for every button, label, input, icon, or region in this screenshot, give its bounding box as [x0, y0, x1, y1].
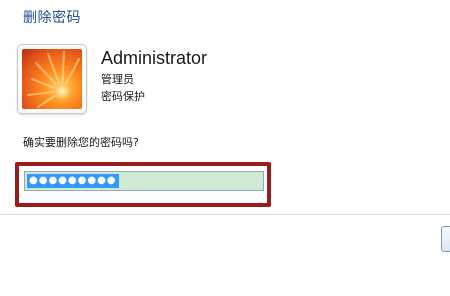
flower-avatar-icon — [22, 49, 82, 109]
avatar — [17, 44, 87, 114]
page-title: 删除密码 — [23, 10, 81, 26]
password-field[interactable]: ●●●●●●●●● — [24, 171, 264, 191]
delete-password-dialog: 删除密码 Administrator 管理员 密码保护 确实要删除您的密码吗? … — [0, 0, 450, 296]
user-name: Administrator — [101, 48, 208, 68]
password-protected-status: 密码保护 — [101, 90, 145, 103]
confirm-question: 确实要删除您的密码吗? — [23, 136, 139, 149]
delete-password-button[interactable] — [441, 226, 450, 252]
password-masked-value: ●●●●●●●●● — [27, 174, 119, 188]
footer-divider — [0, 214, 450, 215]
user-role: 管理员 — [101, 73, 134, 86]
